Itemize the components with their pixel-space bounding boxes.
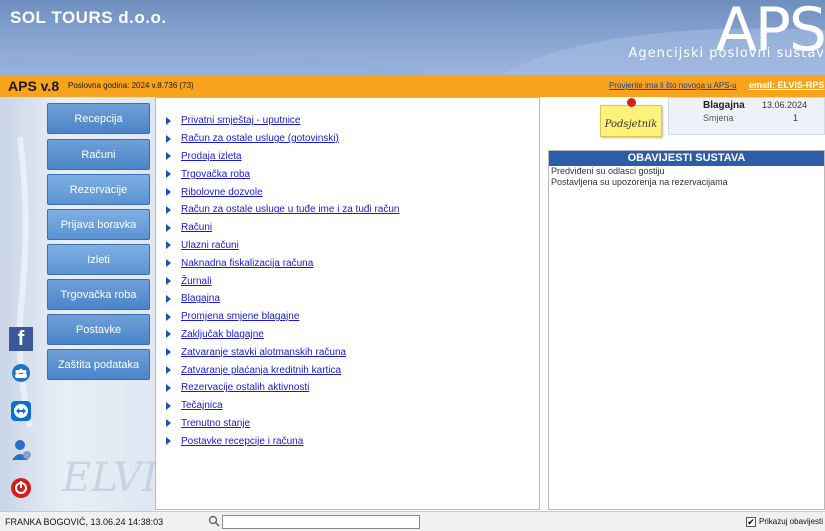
- arrow-right-icon: [166, 437, 171, 446]
- menu-item-link[interactable]: Žurnali: [181, 276, 212, 287]
- cashbox-date: 13.06.2024: [762, 100, 808, 110]
- arrow-right-icon: [166, 366, 171, 375]
- menu-item[interactable]: Rezervacije ostalih aktivnosti: [166, 379, 399, 397]
- sidebar-item-izleti[interactable]: Izleti: [47, 244, 150, 275]
- menu-item[interactable]: Zaključak blagajne: [166, 326, 399, 344]
- arrow-right-icon: [166, 170, 171, 179]
- company-name: SOL TOURS d.o.o.: [10, 8, 167, 27]
- sidebar-item-prijava-boravka[interactable]: Prijava boravka: [47, 209, 150, 240]
- pin-icon: [627, 98, 636, 107]
- status-user-info: FRANKA BOGOVIĆ, 13.06.24 14:38:03: [5, 517, 164, 527]
- menu-item[interactable]: Ulazni računi: [166, 237, 399, 255]
- arrow-right-icon: [166, 188, 171, 197]
- group-icon[interactable]: [10, 362, 32, 384]
- search-input[interactable]: [222, 515, 420, 529]
- menu-item[interactable]: Ribolovne dozvole: [166, 183, 399, 201]
- menu-item[interactable]: Promjena smjene blagajne: [166, 308, 399, 326]
- email-link[interactable]: email: ELVIS-RPS: [749, 80, 824, 90]
- reminder-note[interactable]: Podsjetnik: [600, 105, 662, 137]
- shift-value: 1: [793, 113, 799, 123]
- arrow-right-icon: [166, 134, 171, 143]
- menu-item-link[interactable]: Blagajna: [181, 293, 220, 304]
- menu-item-link[interactable]: Zatvaranje plaćanja kreditnih kartica: [181, 365, 341, 376]
- menu-item-link[interactable]: Ulazni računi: [181, 240, 239, 251]
- arrow-right-icon: [166, 312, 171, 321]
- menu-item[interactable]: Račun za ostale usluge u tuđe ime i za t…: [166, 201, 399, 219]
- menu-item-link[interactable]: Naknadna fiskalizacija računa: [181, 258, 313, 269]
- menu-item[interactable]: Blagajna: [166, 290, 399, 308]
- cashbox-label: Blagajna: [703, 100, 745, 111]
- menu-item[interactable]: Trgovačka roba: [166, 165, 399, 183]
- power-icon[interactable]: [10, 477, 32, 499]
- check-updates-link[interactable]: Provjerite ima li što novoga u APS-u: [609, 81, 737, 90]
- arrow-right-icon: [166, 116, 171, 125]
- arrow-right-icon: [166, 401, 171, 410]
- menu-item[interactable]: Postavke recepcije i računa: [166, 432, 399, 450]
- menu-item-link[interactable]: Prodaja izleta: [181, 151, 242, 162]
- menu-item-link[interactable]: Tečajnica: [181, 400, 223, 411]
- menu-item-link[interactable]: Zaključak blagajne: [181, 329, 264, 340]
- menu-item[interactable]: Naknadna fiskalizacija računa: [166, 254, 399, 272]
- arrow-right-icon: [166, 152, 171, 161]
- app-header: SOL TOURS d.o.o. APS Agencijski poslovni…: [0, 0, 825, 75]
- menu-item-link[interactable]: Računi: [181, 222, 212, 233]
- menu-item[interactable]: Zatvaranje plaćanja kreditnih kartica: [166, 361, 399, 379]
- arrow-right-icon: [166, 419, 171, 428]
- main-menu-panel: Privatni smještaj - uputnice Račun za ost…: [155, 97, 540, 510]
- menu-item-link[interactable]: Promjena smjene blagajne: [181, 311, 299, 322]
- show-notices-label: Prikazuj obavijesti: [759, 517, 824, 526]
- menu-item[interactable]: Žurnali: [166, 272, 399, 290]
- notice-line[interactable]: Predviđeni su odlasci gostiju: [549, 166, 824, 177]
- facebook-icon[interactable]: f: [9, 327, 33, 351]
- arrow-right-icon: [166, 241, 171, 250]
- app-window: SOL TOURS d.o.o. APS Agencijski poslovni…: [0, 0, 825, 531]
- menu-item[interactable]: Računi: [166, 219, 399, 237]
- arrow-right-icon: [166, 205, 171, 214]
- menu-item-link[interactable]: Postavke recepcije i računa: [181, 436, 303, 447]
- menu-item[interactable]: Račun za ostale usluge (gotovinski): [166, 130, 399, 148]
- show-notices-checkbox[interactable]: ✔: [746, 517, 756, 527]
- arrow-right-icon: [166, 330, 171, 339]
- menu-item-link[interactable]: Privatni smještaj - uputnice: [181, 115, 301, 126]
- version-info: Poslovna godina: 2024 v.8.736 (73): [68, 81, 194, 90]
- menu-item[interactable]: Zatvaranje stavki alotmanskih računa: [166, 343, 399, 361]
- brand-subtitle: Agencijski poslovni sustav: [628, 46, 825, 61]
- sidebar-item-recepcija[interactable]: Recepcija: [47, 103, 150, 134]
- menu-item-link[interactable]: Rezervacije ostalih aktivnosti: [181, 382, 309, 393]
- sidebar-item-rezervacije[interactable]: Rezervacije: [47, 174, 150, 205]
- status-bar: FRANKA BOGOVIĆ, 13.06.24 14:38:03 ✔ Prik…: [0, 511, 825, 531]
- arrow-right-icon: [166, 348, 171, 357]
- notice-line[interactable]: Postavljena su upozorenja na rezervacija…: [549, 177, 824, 188]
- teamviewer-icon[interactable]: [10, 400, 32, 422]
- arrow-right-icon: [166, 294, 171, 303]
- menu-item-link[interactable]: Zatvaranje stavki alotmanskih računa: [181, 347, 346, 358]
- cashbox-panel: Blagajna 13.06.2024 Smjena 1: [668, 97, 825, 135]
- menu-item-link[interactable]: Trgovačka roba: [181, 169, 250, 180]
- menu-item[interactable]: Trenutno stanje: [166, 415, 399, 433]
- menu-item[interactable]: Tečajnica: [166, 397, 399, 415]
- menu-item-link[interactable]: Račun za ostale usluge (gotovinski): [181, 133, 339, 144]
- arrow-right-icon: [166, 259, 171, 268]
- system-notices-title: OBAVIJESTI SUSTAVA: [549, 151, 824, 166]
- sidebar-item-trgovacka-roba[interactable]: Trgovačka roba: [47, 279, 150, 310]
- sidebar-item-postavke[interactable]: Postavke: [47, 314, 150, 345]
- arrow-right-icon: [166, 277, 171, 286]
- search-icon: [208, 515, 220, 527]
- arrow-right-icon: [166, 223, 171, 232]
- user-settings-icon[interactable]: [10, 439, 32, 461]
- menu-item-link[interactable]: Ribolovne dozvole: [181, 187, 263, 198]
- menu-item[interactable]: Privatni smještaj - uputnice: [166, 112, 399, 130]
- shift-label: Smjena: [703, 113, 734, 123]
- top-info-bar: APS v.8 Poslovna godina: 2024 v.8.736 (7…: [0, 75, 825, 97]
- menu-item-link[interactable]: Račun za ostale usluge u tuđe ime i za t…: [181, 204, 399, 215]
- sidebar-item-racuni[interactable]: Računi: [47, 139, 150, 170]
- menu-item-link[interactable]: Trenutno stanje: [181, 418, 250, 429]
- reminder-label: Podsjetnik: [604, 118, 658, 130]
- main-menu-list: Privatni smještaj - uputnice Račun za ost…: [166, 112, 399, 450]
- arrow-right-icon: [166, 383, 171, 392]
- sidebar-item-zastita-podataka[interactable]: Zaštita podataka: [47, 349, 150, 380]
- system-notices-panel: OBAVIJESTI SUSTAVA Predviđeni su odlasci…: [548, 150, 825, 510]
- version-label: APS v.8: [8, 78, 60, 94]
- menu-item[interactable]: Prodaja izleta: [166, 148, 399, 166]
